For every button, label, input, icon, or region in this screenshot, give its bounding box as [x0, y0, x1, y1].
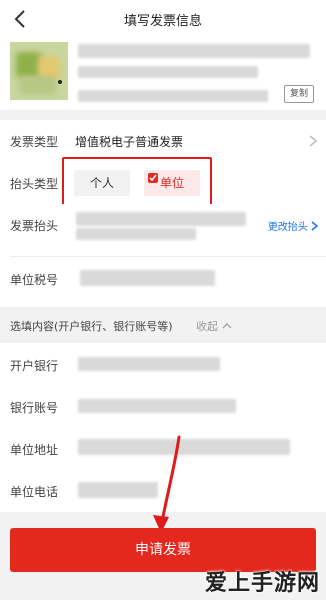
order-number-redacted [78, 90, 268, 102]
product-thumbnail [10, 42, 68, 100]
chevron-right-icon [309, 135, 318, 147]
highlight-box [62, 157, 212, 206]
invoice-type-value: 增值税电子普通发票 [75, 135, 184, 149]
collapse-toggle-label: 收起 [196, 320, 218, 333]
tax-id-value-redacted [80, 270, 215, 286]
tax-id-label: 单位税号 [10, 273, 59, 287]
order-info-redacted [78, 66, 258, 78]
tax-id-row[interactable]: 单位税号 [0, 258, 326, 300]
account-row[interactable]: 银行账号 [0, 386, 326, 428]
bank-label: 开户银行 [10, 359, 59, 373]
chevron-right-icon [311, 221, 319, 231]
invoice-type-label: 发票类型 [10, 135, 59, 149]
address-label: 单位地址 [10, 443, 59, 457]
invoice-type-row[interactable]: 发票类型 增值税电子普通发票 [0, 120, 326, 162]
annotation-arrow-icon [153, 435, 181, 533]
invoice-header-value-redacted-2 [76, 228, 196, 240]
header-type-label: 抬头类型 [10, 177, 59, 191]
optional-section-header: 选填内容(开户银行、银行账号等) 收起 [0, 307, 326, 343]
watermark: 爱上手游网 [204, 571, 320, 596]
account-label: 银行账号 [10, 401, 59, 415]
bank-row[interactable]: 开户银行 [0, 344, 326, 386]
invoice-header-row: 发票抬头 更改抬头 [0, 204, 326, 246]
optional-section-label: 选填内容(开户银行、银行账号等) [10, 320, 173, 333]
bank-value-redacted [78, 357, 220, 371]
collapse-toggle[interactable]: 收起 [196, 318, 232, 334]
invoice-header-label: 发票抬头 [10, 219, 59, 233]
phone-label: 单位电话 [10, 485, 59, 499]
chevron-up-icon [222, 323, 231, 329]
invoice-header-value-redacted [76, 212, 246, 226]
order-card: 复制 [0, 38, 326, 110]
change-header-link-label: 更改抬头 [267, 222, 308, 233]
nav-bar: 填写发票信息 [0, 0, 326, 38]
store-name-redacted [78, 44, 310, 58]
divider [10, 256, 326, 257]
page-title: 填写发票信息 [123, 14, 202, 29]
copy-button[interactable]: 复制 [284, 85, 314, 103]
account-value-redacted [78, 399, 236, 413]
change-header-link[interactable]: 更改抬头 [267, 218, 319, 233]
